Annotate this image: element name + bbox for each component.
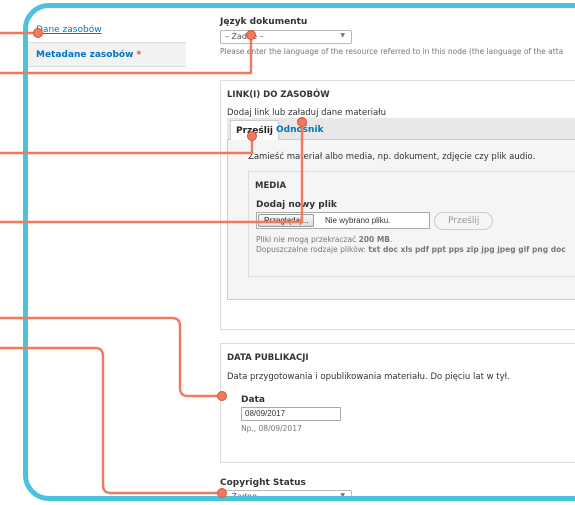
links-legend: LINK(I) DO ZASOBÓW xyxy=(227,90,330,100)
sidebar-item-metadane-zasobow[interactable]: Metadane zasobów * xyxy=(28,43,186,67)
publication-fieldset: DATA PUBLIKACJI Data przygotowania i opu… xyxy=(220,343,575,463)
links-fieldset: LINK(I) DO ZASOBÓW Dodaj link lub załadu… xyxy=(220,80,575,330)
vertical-tabs: Dane zasobów Metadane zasobów * xyxy=(28,18,186,67)
upload-button[interactable]: Prześlij xyxy=(434,212,494,230)
browse-button[interactable]: Przeglądaj... xyxy=(258,214,315,227)
language-description: Please enter the language of the resourc… xyxy=(220,47,564,56)
sidebar-item-dane-zasobow[interactable]: Dane zasobów xyxy=(28,18,186,43)
file-size-limit: Pliki nie mogą przekraczać 200 MB. xyxy=(256,235,393,244)
add-file-label: Dodaj nowy plik xyxy=(256,200,337,210)
links-intro: Dodaj link lub załaduj dane materiału xyxy=(227,108,386,118)
types-value: txt doc xls pdf ppt pps zip jpg jpeg gif… xyxy=(368,245,566,254)
sidebar-item-label: Metadane zasobów xyxy=(36,50,134,60)
types-prefix: Dopuszczalne rodzaje plików: xyxy=(256,245,366,254)
media-fieldset: MEDIA Dodaj nowy plik Przeglądaj... Nie … xyxy=(248,171,575,277)
language-select[interactable]: – Żadne – ▼ xyxy=(220,30,352,44)
upload-tabs: Prześlij Odnośnik xyxy=(227,118,575,141)
publication-intro: Data przygotowania i opublikowania mater… xyxy=(227,372,510,382)
chevron-down-icon: ▼ xyxy=(340,492,345,499)
limit-value: 200 MB xyxy=(358,235,391,244)
media-legend: MEDIA xyxy=(255,181,287,191)
language-select-value: – Żadne – xyxy=(225,32,264,41)
pane-text: Zamieść materiał albo media, np. dokumen… xyxy=(248,152,536,162)
date-label: Data xyxy=(241,395,265,405)
chevron-down-icon: ▼ xyxy=(340,32,345,39)
copyright-select-value: – Żadne – xyxy=(225,492,264,501)
limit-prefix: Pliki nie mogą przekraczać xyxy=(256,235,357,244)
date-example: Np., 08/09/2017 xyxy=(241,424,302,433)
sidebar-item-label[interactable]: Dane zasobów xyxy=(36,25,102,35)
language-label: Język dokumentu xyxy=(220,17,308,27)
date-input[interactable]: 08/09/2017 xyxy=(241,407,341,421)
copyright-label: Copyright Status xyxy=(220,478,306,488)
copyright-select[interactable]: – Żadne – ▼ xyxy=(220,490,352,501)
upload-pane: Zamieść materiał albo media, np. dokumen… xyxy=(227,140,575,300)
tab-odnosnik[interactable]: Odnośnik xyxy=(271,120,329,141)
file-input[interactable]: Przeglądaj... Nie wybrano pliku. xyxy=(256,212,430,229)
required-marker: * xyxy=(136,50,142,60)
publication-legend: DATA PUBLIKACJI xyxy=(227,353,309,363)
file-types: Dopuszczalne rodzaje plików: txt doc xls… xyxy=(256,245,566,254)
no-file-text: Nie wybrano pliku. xyxy=(325,216,391,225)
highlight-frame: Dane zasobów Metadane zasobów * Język do… xyxy=(23,3,575,501)
